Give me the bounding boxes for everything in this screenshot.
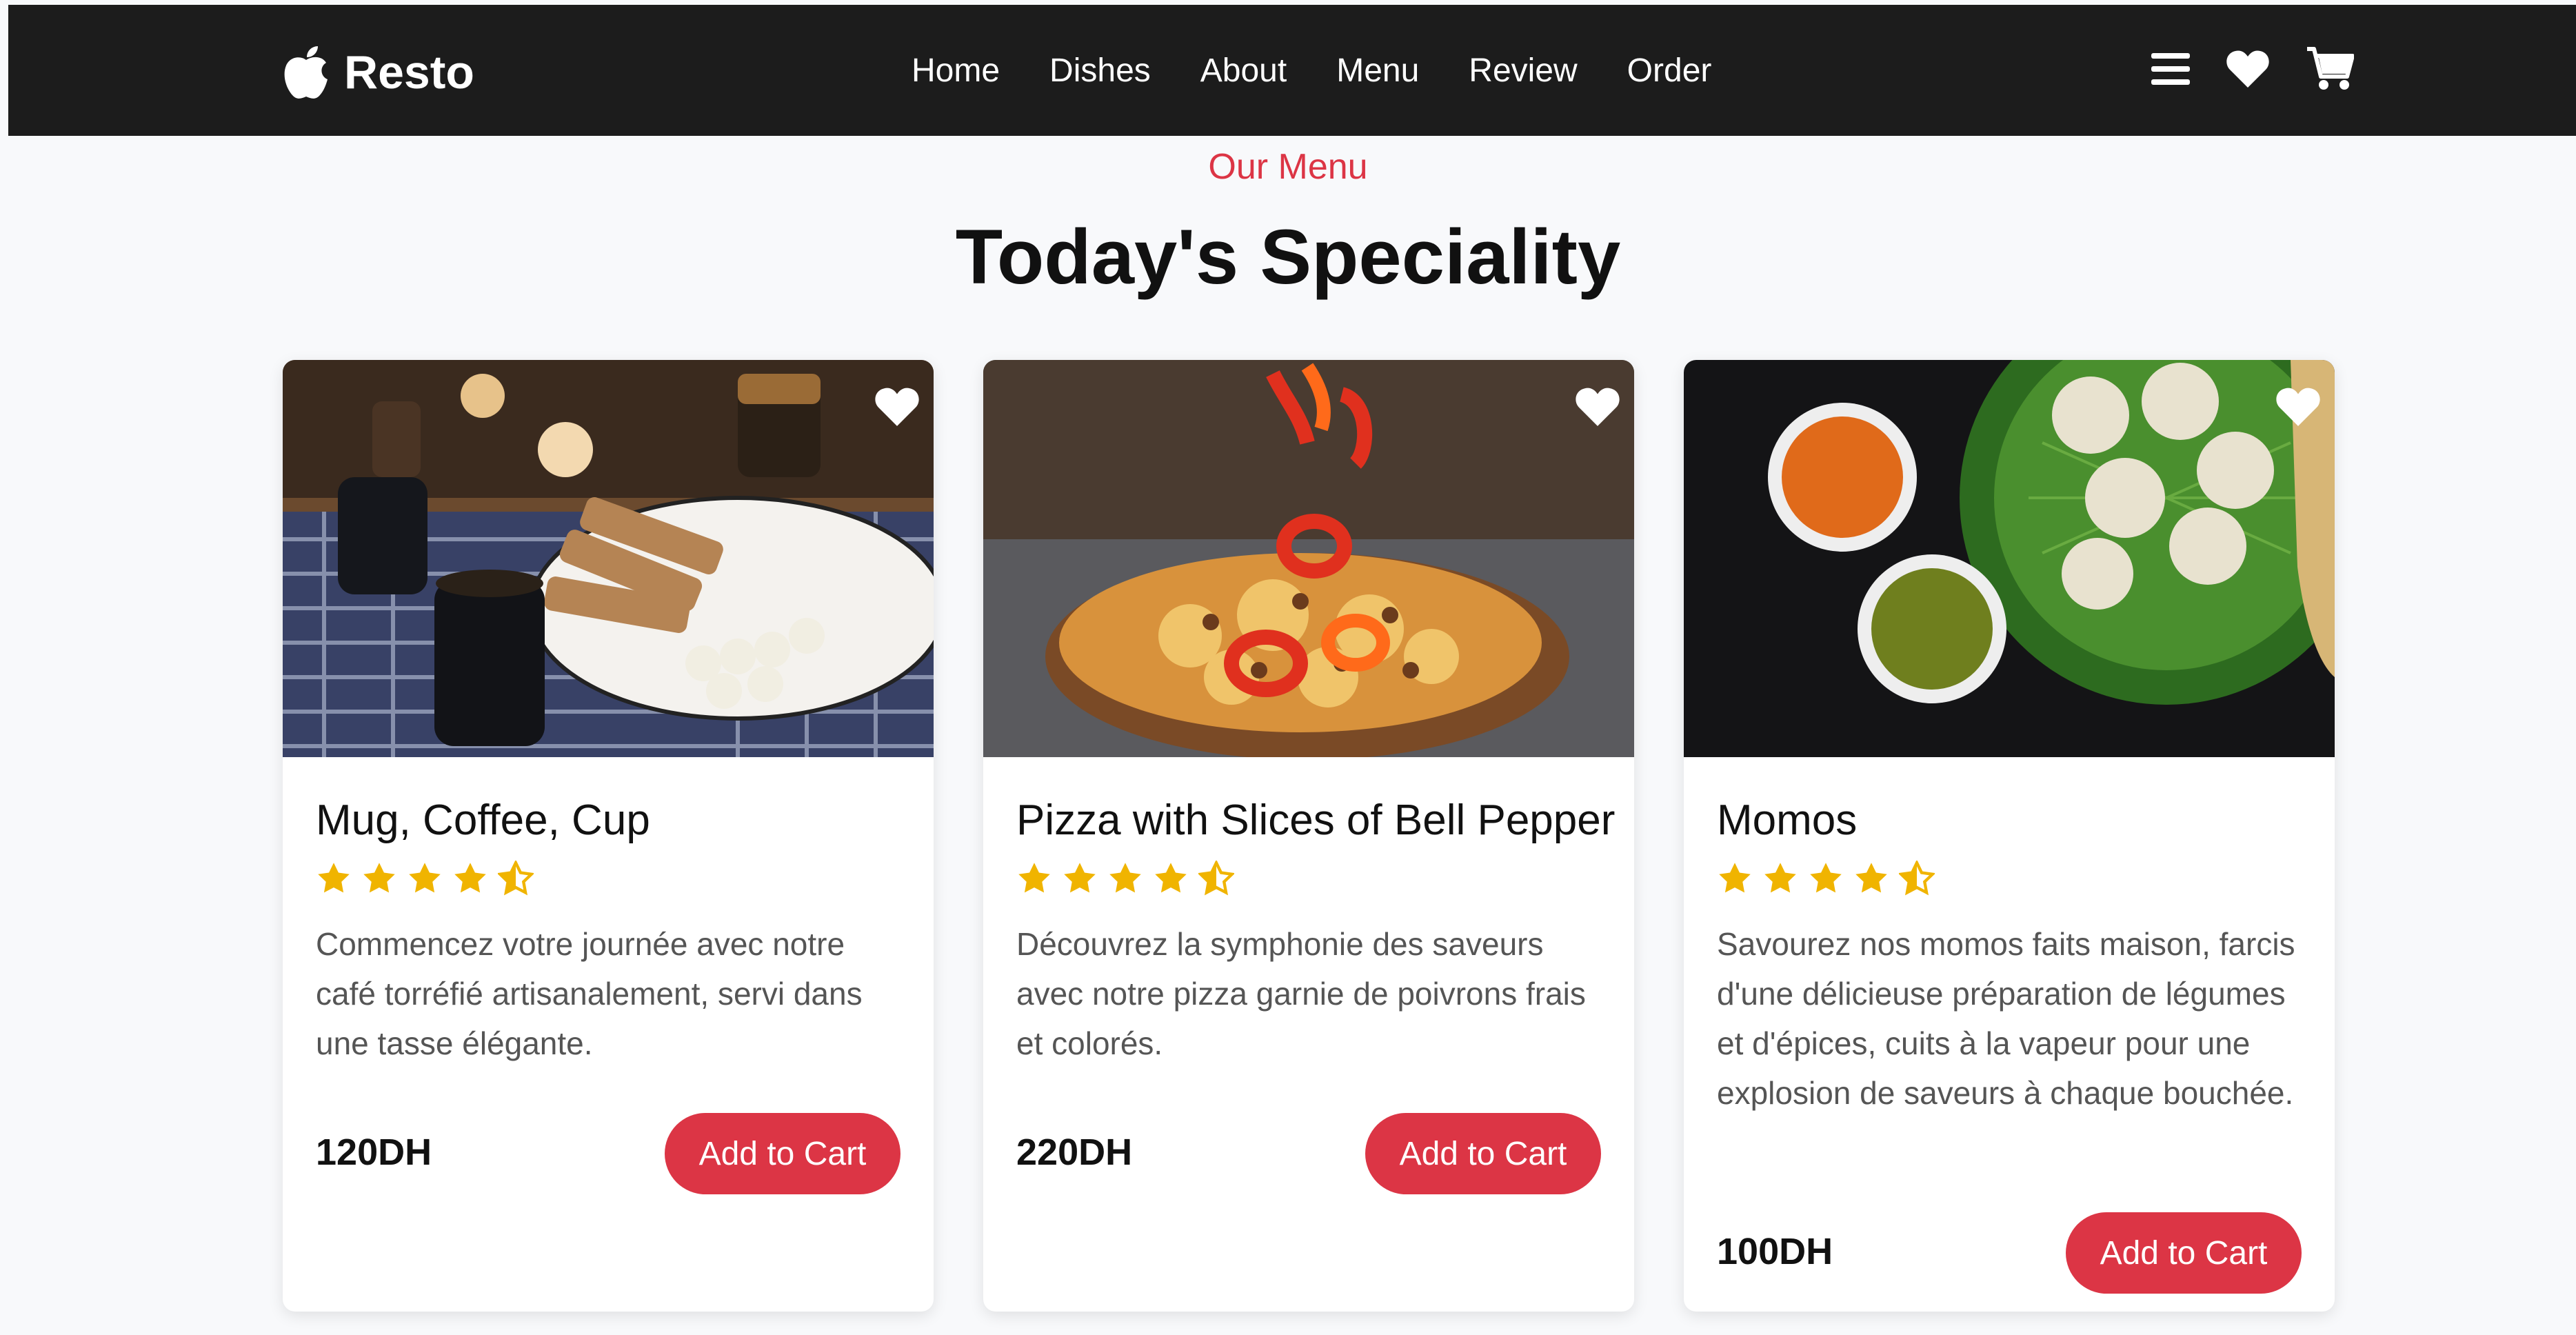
menu-card: Momos Savourez nos momos faits maison, f…: [1684, 360, 2335, 1312]
card-image: [1684, 360, 2335, 757]
nav-link-dishes[interactable]: Dishes: [1049, 52, 1151, 90]
card-description: Découvrez la symphonie des saveurs avec …: [1016, 926, 1586, 1061]
nav-link-about[interactable]: About: [1200, 52, 1287, 90]
nav-link-home[interactable]: Home: [912, 52, 1000, 90]
brand-logo[interactable]: Resto: [281, 45, 474, 100]
favorite-icon[interactable]: [874, 386, 920, 428]
card-title: Mug, Coffee, Cup: [316, 796, 650, 844]
star-icon: [363, 863, 395, 893]
star-icon: [1719, 863, 1751, 893]
section-eyebrow: Our Menu: [1208, 147, 1368, 187]
star-half-icon: [1198, 861, 1234, 896]
star-icon: [1155, 863, 1187, 893]
card-title: Momos: [1717, 796, 1858, 844]
nav-link-review[interactable]: Review: [1469, 52, 1577, 90]
nav-links: Home Dishes About Menu Review Order: [912, 5, 1761, 136]
card-price: 120DH: [316, 1132, 432, 1173]
card-title: Pizza with Slices of Bell Pepper: [1016, 796, 1616, 844]
rating-stars: [316, 861, 534, 896]
star-half-icon: [498, 861, 534, 896]
card-price: 100DH: [1717, 1231, 1833, 1272]
star-icon: [1855, 863, 1887, 893]
menu-card: Pizza with Slices of Bell Pepper Découvr…: [983, 360, 1634, 1312]
favorite-icon[interactable]: [1575, 386, 1620, 428]
add-to-cart-button[interactable]: Add to Cart: [2066, 1212, 2302, 1294]
star-icon: [1018, 863, 1050, 893]
star-half-icon: [1899, 861, 1935, 896]
nav-link-order[interactable]: Order: [1627, 52, 1712, 90]
menu-icon[interactable]: [2151, 52, 2190, 86]
rating-stars: [1016, 861, 1234, 896]
star-icon: [1764, 863, 1796, 893]
brand-name: Resto: [344, 46, 474, 99]
momos-dumplings-photo: [1684, 360, 2335, 757]
favorite-icon[interactable]: [2275, 386, 2321, 428]
card-body: Mug, Coffee, Cup Commencez votre journée…: [316, 757, 900, 1312]
star-icon: [454, 863, 486, 893]
coffee-mugs-bread-photo: [283, 360, 934, 757]
card-image: [283, 360, 934, 757]
pizza-bell-pepper-photo: [983, 360, 1634, 757]
rating-stars: [1717, 861, 1935, 896]
card-body: Momos Savourez nos momos faits maison, f…: [1717, 757, 2302, 1312]
star-icon: [318, 863, 350, 893]
section-title: Today's Speciality: [955, 214, 1621, 300]
nav-link-menu[interactable]: Menu: [1336, 52, 1419, 90]
card-image: [983, 360, 1634, 757]
add-to-cart-button[interactable]: Add to Cart: [1365, 1113, 1601, 1194]
cart-icon[interactable]: [2306, 46, 2354, 92]
star-icon: [1810, 863, 1842, 893]
star-icon: [1064, 863, 1096, 893]
star-icon: [1109, 863, 1141, 893]
star-icon: [409, 863, 441, 893]
apple-icon: [284, 46, 328, 99]
card-description: Commencez votre journée avec notre café …: [316, 926, 863, 1061]
nav-icons: [2151, 46, 2354, 92]
add-to-cart-button[interactable]: Add to Cart: [665, 1113, 900, 1194]
menu-card: Mug, Coffee, Cup Commencez votre journée…: [283, 360, 934, 1312]
card-description: Savourez nos momos faits maison, farcis …: [1717, 926, 2295, 1111]
heart-icon[interactable]: [2226, 49, 2270, 89]
navbar: Resto Home Dishes About Menu Review Orde…: [8, 5, 2576, 136]
card-price: 220DH: [1016, 1132, 1133, 1173]
card-body: Pizza with Slices of Bell Pepper Découvr…: [1016, 757, 1615, 1312]
